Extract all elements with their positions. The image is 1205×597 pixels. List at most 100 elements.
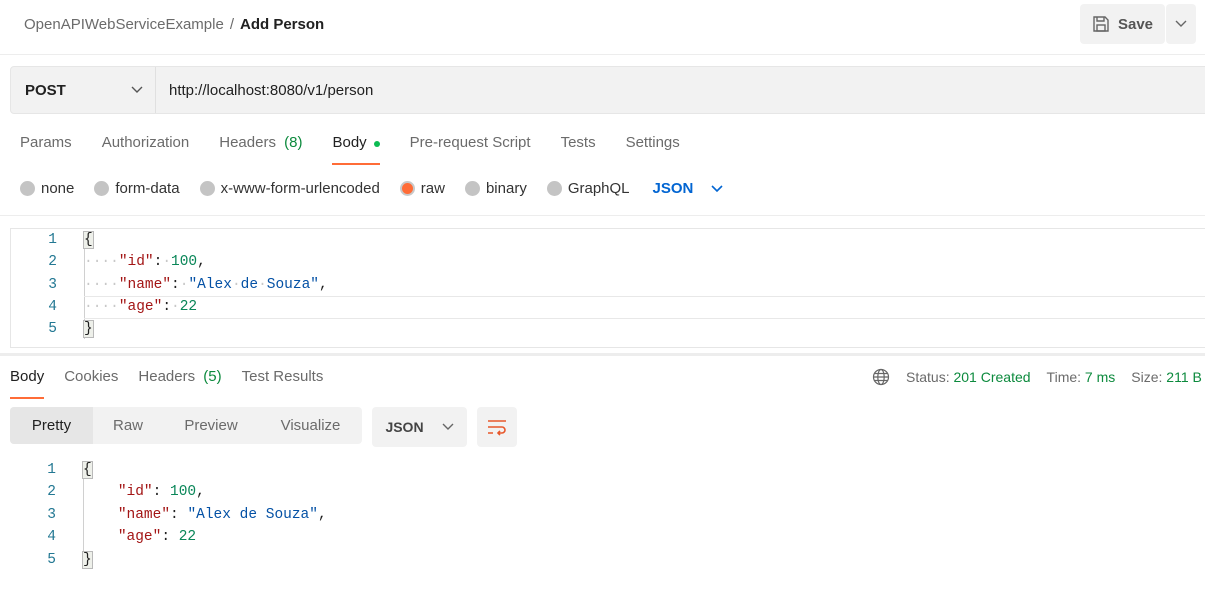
line-number: 1	[48, 232, 57, 248]
radio-urlencoded[interactable]: x-www-form-urlencoded	[199, 180, 380, 197]
radio-none[interactable]: none	[20, 180, 74, 197]
view-preview[interactable]: Preview	[163, 407, 259, 444]
radio-selected-icon	[399, 181, 415, 196]
breadcrumb-collection[interactable]: OpenAPIWebServiceExample	[24, 16, 224, 33]
tab-cookies[interactable]: Cookies	[64, 368, 118, 399]
line-number: 5	[47, 552, 56, 568]
tab-test-results[interactable]: Test Results	[242, 368, 324, 399]
tab-tests[interactable]: Tests	[561, 134, 596, 165]
line-number: 5	[48, 321, 57, 337]
radio-icon	[199, 181, 215, 196]
request-body-editor[interactable]: 1{ 2 ····"id":·100, 3 ····"name":·"Alex·de…	[10, 228, 1205, 348]
wrap-lines-button[interactable]	[477, 407, 517, 447]
radio-form-data[interactable]: form-data	[94, 180, 180, 197]
tab-body[interactable]: Body	[332, 134, 380, 165]
line-number: 4	[47, 529, 56, 545]
wrap-lines-icon	[488, 420, 506, 436]
radio-graphql[interactable]: GraphQL	[546, 180, 630, 197]
tab-label: Test Results	[241, 368, 324, 385]
status-value[interactable]: 201 Created	[953, 369, 1030, 385]
code-line: 2 ····"id":·100,	[11, 251, 206, 273]
line-number: 4	[48, 299, 57, 315]
view-pretty[interactable]: Pretty	[10, 407, 93, 444]
save-options-button[interactable]	[1166, 4, 1196, 44]
globe-icon[interactable]	[872, 368, 890, 386]
code-line: 4 "age": 22	[10, 526, 196, 548]
save-button[interactable]: Save	[1080, 4, 1165, 44]
body-format-value: JSON	[652, 180, 694, 197]
status-label: Status:	[906, 369, 950, 385]
radio-label: x-www-form-urlencoded	[220, 180, 380, 197]
line-number: 3	[47, 507, 56, 523]
chevron-down-icon	[131, 86, 143, 93]
chevron-down-icon	[711, 184, 723, 192]
radio-binary[interactable]: binary	[464, 180, 527, 197]
chevron-down-icon	[1175, 20, 1187, 27]
tab-settings[interactable]: Settings	[626, 134, 680, 165]
breadcrumb-separator: /	[229, 16, 234, 33]
line-number: 2	[48, 254, 57, 270]
tab-label: Headers	[219, 134, 276, 151]
code-line: 5}	[11, 318, 94, 340]
headers-count: (5)	[203, 368, 222, 385]
code-line: 2 "id": 100,	[10, 481, 205, 503]
pane-resizer[interactable]	[0, 353, 1205, 356]
request-name[interactable]: Add Person	[240, 16, 324, 33]
code-line: 3 "name": "Alex de Souza",	[10, 504, 326, 526]
tab-label: Settings	[625, 134, 680, 151]
code-line: 4 ····"age":·22	[11, 296, 197, 318]
code-line: 1{	[10, 459, 93, 481]
tab-params[interactable]: Params	[20, 134, 72, 165]
radio-icon	[546, 181, 562, 196]
method-select[interactable]: POST	[11, 67, 156, 113]
time-value[interactable]: 7 ms	[1085, 369, 1115, 385]
size-label: Size:	[1131, 369, 1163, 385]
tab-label: Tests	[560, 134, 596, 151]
breadcrumb: OpenAPIWebServiceExample / Add Person	[24, 16, 324, 33]
view-visualize[interactable]: Visualize	[259, 407, 362, 444]
tab-response-body[interactable]: Body	[10, 368, 45, 399]
code-line: 3 ····"name":·"Alex·de·Souza",	[11, 274, 327, 296]
radio-icon	[20, 181, 35, 196]
radio-label: GraphQL	[567, 180, 630, 197]
response-format-value: JSON	[385, 419, 424, 435]
tab-authorization[interactable]: Authorization	[102, 134, 190, 165]
tab-response-headers[interactable]: Headers (5)	[138, 368, 221, 399]
line-number: 3	[48, 277, 57, 293]
view-raw[interactable]: Raw	[93, 407, 163, 444]
tab-headers[interactable]: Headers (8)	[219, 134, 302, 165]
save-label: Save	[1117, 15, 1154, 33]
radio-label: form-data	[115, 180, 180, 197]
radio-label: raw	[420, 180, 445, 197]
tab-label: Pre-request Script	[409, 134, 531, 151]
response-meta: Status: 201 Created Time: 7 ms Size: 211…	[872, 368, 1202, 386]
radio-raw[interactable]: raw	[399, 180, 445, 197]
tab-label: Body	[332, 134, 367, 151]
response-format-select[interactable]: JSON	[372, 407, 467, 447]
divider	[0, 215, 1205, 216]
body-format-select[interactable]: JSON	[653, 180, 724, 197]
view-mode-selector: Pretty Raw Preview Visualize	[10, 407, 362, 444]
line-number: 1	[47, 462, 56, 478]
response-body-viewer: 1{ 2 "id": 100, 3 "name": "Alex de Souza…	[10, 459, 1205, 574]
modified-dot-icon	[373, 141, 380, 147]
tab-label: Params	[20, 134, 72, 151]
radio-label: none	[41, 180, 75, 197]
size-value[interactable]: 211 B	[1166, 369, 1202, 385]
radio-icon	[94, 181, 110, 196]
line-number: 2	[47, 484, 56, 500]
radio-icon	[464, 181, 480, 196]
response-tabs: Body Cookies Headers (5) Test Results	[10, 368, 323, 399]
chevron-down-icon	[442, 423, 454, 430]
tab-pre-request-script[interactable]: Pre-request Script	[410, 134, 531, 165]
tab-label: Headers	[138, 368, 196, 385]
radio-label: binary	[485, 180, 527, 197]
url-bar: POST http://localhost:8080/v1/person	[10, 66, 1205, 114]
header: OpenAPIWebServiceExample / Add Person Save	[0, 0, 1205, 55]
code-line: 1{	[11, 229, 94, 251]
time-label: Time:	[1046, 369, 1082, 385]
code-line: 5}	[10, 549, 93, 571]
tab-label: Authorization	[101, 134, 190, 151]
tab-label: Body	[10, 368, 45, 385]
url-input[interactable]: http://localhost:8080/v1/person	[156, 67, 373, 113]
